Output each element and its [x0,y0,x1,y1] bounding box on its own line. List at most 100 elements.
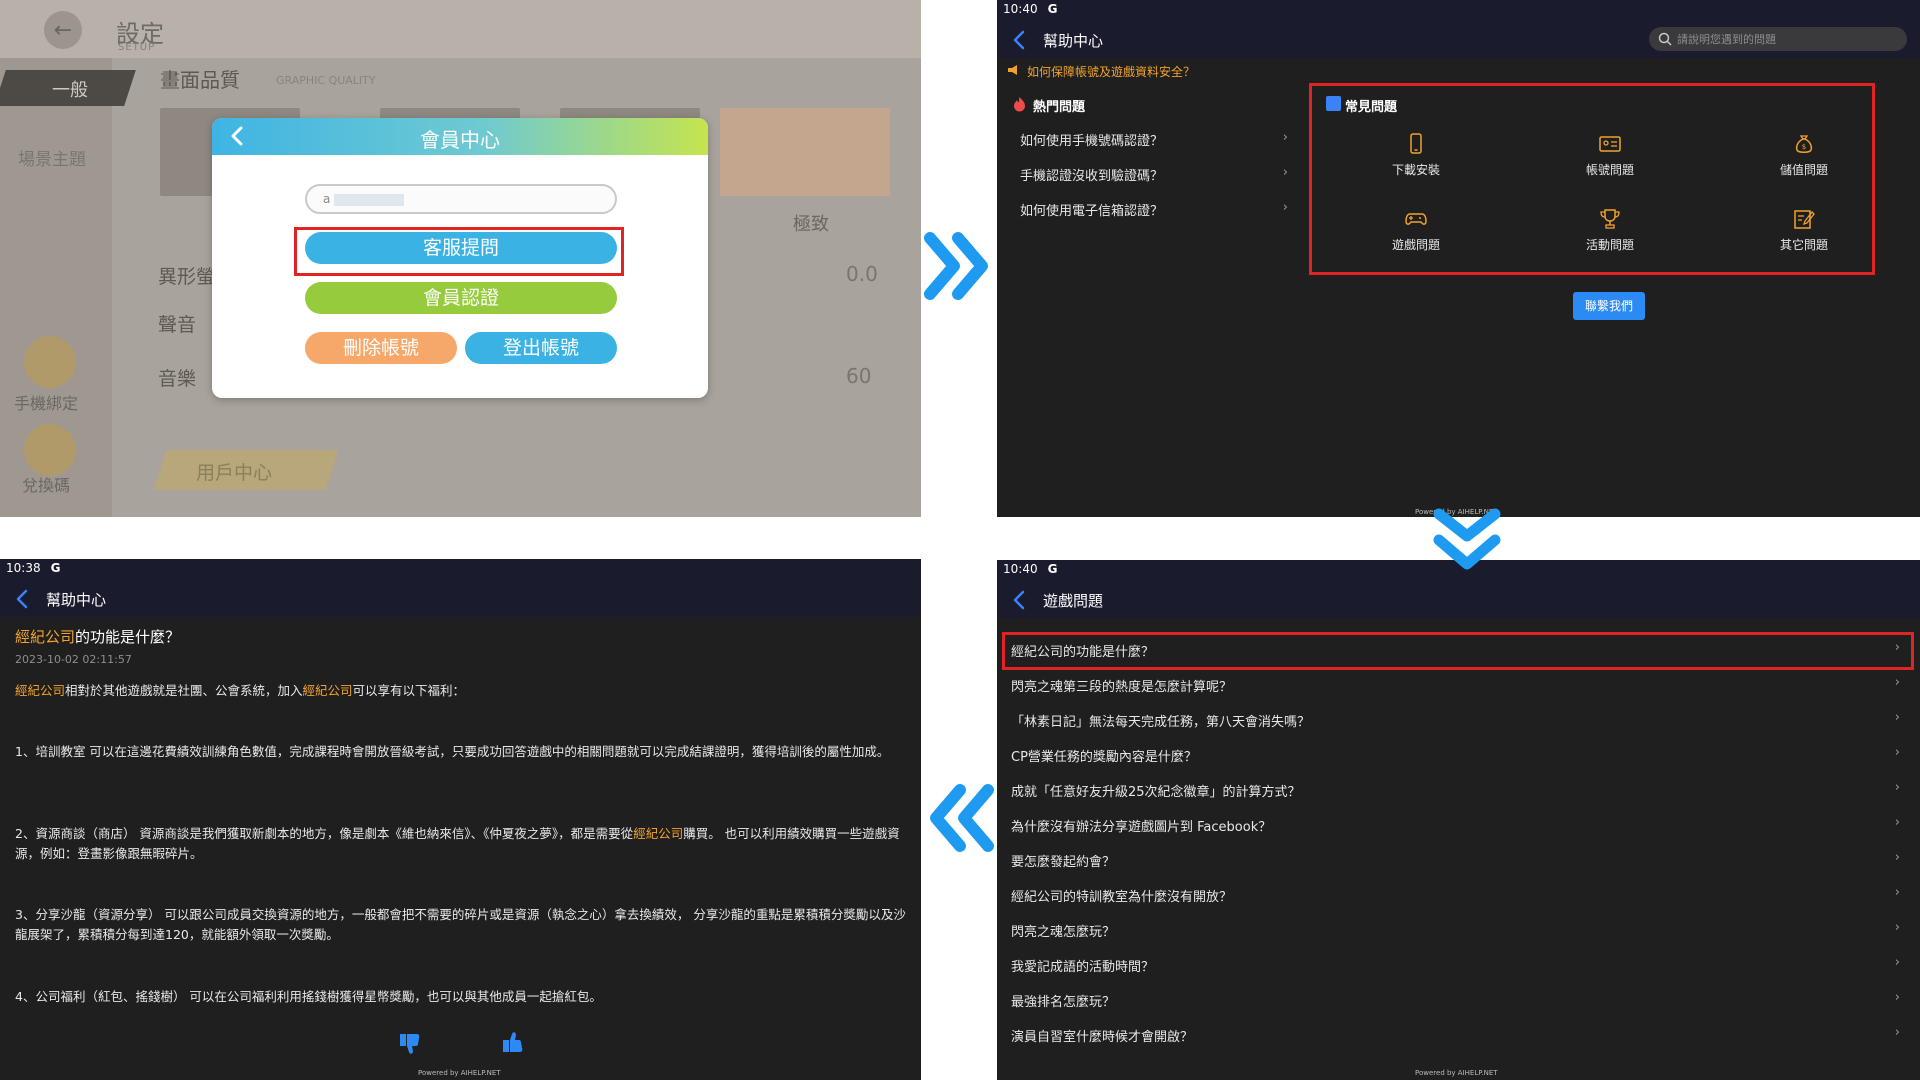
account-field[interactable]: a [305,184,617,214]
question-text: 為什麼沒有辦法分享遊戲圖片到 Facebook？ [1011,820,1272,835]
question-list-item[interactable]: 成就「任意好友升級25次紀念徽章」的計算方式？ › [1011,772,1906,807]
nav-bar: 遊戲問題 [997,582,1920,618]
chevron-right-icon: › [1894,850,1900,865]
nav-item-scene-theme[interactable]: 場景主題 [18,145,86,170]
quality-option-ultra[interactable]: 極致 [793,210,829,236]
hot-question-text: 手機認證沒收到驗證碼？ [1020,169,1164,184]
question-text: 演員自習室什麼時候才會開啟？ [1011,1030,1194,1045]
game-questions-panel: 10:40 G 遊戲問題 經紀公司的功能是什麼？ › 閃亮之魂第三段的熱度是怎麼計算… [997,560,1920,1080]
nav-bar: 幫助中心 [0,581,921,617]
gift-icon[interactable] [24,424,76,476]
question-text: 閃亮之魂第三段的熱度是怎麼計算呢？ [1011,680,1233,695]
member-verify-button[interactable]: 會員認證 [305,282,617,314]
keyword-highlight: 經紀公司 [633,826,684,841]
faq-label: 遊戲問題 [1391,238,1440,252]
faq-label: 儲值問題 [1779,163,1828,177]
highlight-box [1002,632,1914,670]
article-title: 經紀公司的功能是什麼？ [15,626,180,647]
status-time: 10:40 [1003,562,1038,576]
paragraph-text: 2、資源商談（商店） 資源商談是我們獲取新劇本的地方，像是劇本《維也納來信》、《… [15,826,634,841]
user-center-label[interactable]: 用戶中心 [196,458,272,485]
chevron-right-icon: › [1894,745,1900,760]
intro-text: 可以享有以下福利： [352,683,466,698]
article-title-rest: 的功能是什麼？ [75,628,181,646]
hot-question-item[interactable]: 如何使用電子信箱認證？ › [1020,200,1288,219]
question-list-item[interactable]: 為什麼沒有辦法分享遊戲圖片到 Facebook？ › [1011,807,1906,842]
chevron-left-icon[interactable] [1009,28,1031,52]
dialog-title: 會員中心 [420,128,500,152]
question-list-item[interactable]: 閃亮之魂第三段的熱度是怎麼計算呢？ › [1011,667,1906,702]
faq-event[interactable]: 活動問題 [1540,208,1680,253]
trophy-icon [1600,209,1620,229]
account-mask [334,193,405,206]
question-text: 經紀公司的特訓教室為什麼沒有開放？ [1011,890,1233,905]
thumbs-up-icon[interactable] [500,1029,526,1055]
setting-row-label: 異形螢 [158,266,216,288]
notice-link[interactable]: 如何保障帳號及遊戲資料安全？ [1027,63,1195,80]
hot-questions-title: 熱門問題 [1033,100,1086,115]
question-list-item[interactable]: 要怎麼發起約會？ › [1011,842,1906,877]
phone-bind-icon[interactable] [24,336,76,388]
question-text: 「林素日記」無法每天完成任務，第八天會消失嗎？ [1011,715,1311,730]
svg-text:$: $ [1802,143,1806,151]
chevron-right-icon: › [1282,200,1288,215]
faq-topup[interactable]: $ 儲值問題 [1734,133,1874,178]
chevron-left-icon[interactable] [12,587,34,611]
thumbs-down-icon[interactable] [397,1031,423,1057]
setting-row-value: 0.0 [846,262,878,286]
logout-button[interactable]: 登出帳號 [465,332,617,364]
chevron-left-icon[interactable] [1009,588,1031,612]
game-settings-panel: ← 設定 SETUP 一般 場景主題 手機綁定 兌換碼 畫面品質 GRAPHIC… [0,0,921,517]
contact-us-button[interactable]: 聯繫我們 [1573,292,1645,320]
faq-game[interactable]: 遊戲問題 [1346,208,1486,253]
delete-account-button[interactable]: 刪除帳號 [305,332,457,364]
fire-icon [1014,97,1025,112]
status-g-icon: G [50,561,61,575]
article-title-highlight: 經紀公司 [15,628,76,646]
page-title: 幫助中心 [46,591,107,609]
nav-item-general[interactable]: 一般 [52,76,88,102]
faq-download[interactable]: 下載安裝 [1346,133,1486,178]
redeem-code-label[interactable]: 兌換碼 [22,472,70,496]
hot-question-item[interactable]: 如何使用手機號碼認證？ › [1020,130,1288,149]
character-portrait[interactable] [720,108,890,196]
id-card-icon [1599,136,1621,152]
question-list-item[interactable]: CP營業任務的獎勵內容是什麼？ › [1011,737,1906,772]
hot-question-text: 如何使用電子信箱認證？ [1020,204,1164,219]
nav-bar: 幫助中心 請說明您遇到的問題 [997,22,1920,58]
question-text: 我愛記成語的活動時間？ [1011,960,1155,975]
chevron-right-icon: › [1282,130,1288,145]
status-g-icon: G [1047,562,1058,576]
chevron-right-icon: › [1894,710,1900,725]
faq-title: 常見問題 [1345,100,1398,115]
account-prefix: a [323,192,331,206]
question-list-item[interactable]: 閃亮之魂怎麼玩？ › [1011,912,1906,947]
question-list-item[interactable]: 演員自習室什麼時候才會開啟？ › [1011,1017,1906,1052]
faq-account[interactable]: 帳號問題 [1540,133,1680,178]
keyword-highlight: 經紀公司 [15,683,66,698]
chevron-right-icon: › [1282,165,1288,180]
search-input[interactable]: 請說明您遇到的問題 [1649,27,1907,51]
chevron-right-icon: › [1894,1025,1900,1040]
help-center-home-panel: 10:40 G 幫助中心 請說明您遇到的問題 如何保障帳號及遊戲資料安全？ 熱門問… [997,0,1920,517]
phone-bind-label[interactable]: 手機綁定 [14,390,78,414]
article-paragraph: 1、培訓教室 可以在這邊花費績效訓練角色數值，完成課程時會開放晉級考試，只要成功… [15,744,890,759]
status-time: 10:40 [1003,2,1038,16]
page-title: 幫助中心 [1043,32,1104,50]
keyword-highlight: 經紀公司 [302,683,353,698]
question-list-item[interactable]: 我愛記成語的活動時間？ › [1011,947,1906,982]
article-date: 2023-10-02 02:11:57 [15,653,132,666]
back-arrow-icon[interactable]: ← [44,11,82,49]
question-list-item[interactable]: 「林素日記」無法每天完成任務，第八天會消失嗎？ › [1011,702,1906,737]
edit-note-icon [1794,210,1815,229]
question-list-item[interactable]: 最強排名怎麼玩？ › [1011,982,1906,1017]
setting-row-label: 音樂 [158,368,197,390]
faq-other[interactable]: 其它問題 [1734,208,1874,253]
highlight-box [294,227,624,276]
question-list-item[interactable]: 經紀公司的特訓教室為什麼沒有開放？ › [1011,877,1906,912]
setting-row-label: 聲音 [158,314,197,336]
hot-question-item[interactable]: 手機認證沒收到驗證碼？ › [1020,165,1288,184]
article-panel: 10:38 G 幫助中心 經紀公司的功能是什麼？ 2023-10-02 02:11… [0,559,921,1080]
search-icon [1658,32,1672,46]
status-time: 10:38 [6,561,41,575]
